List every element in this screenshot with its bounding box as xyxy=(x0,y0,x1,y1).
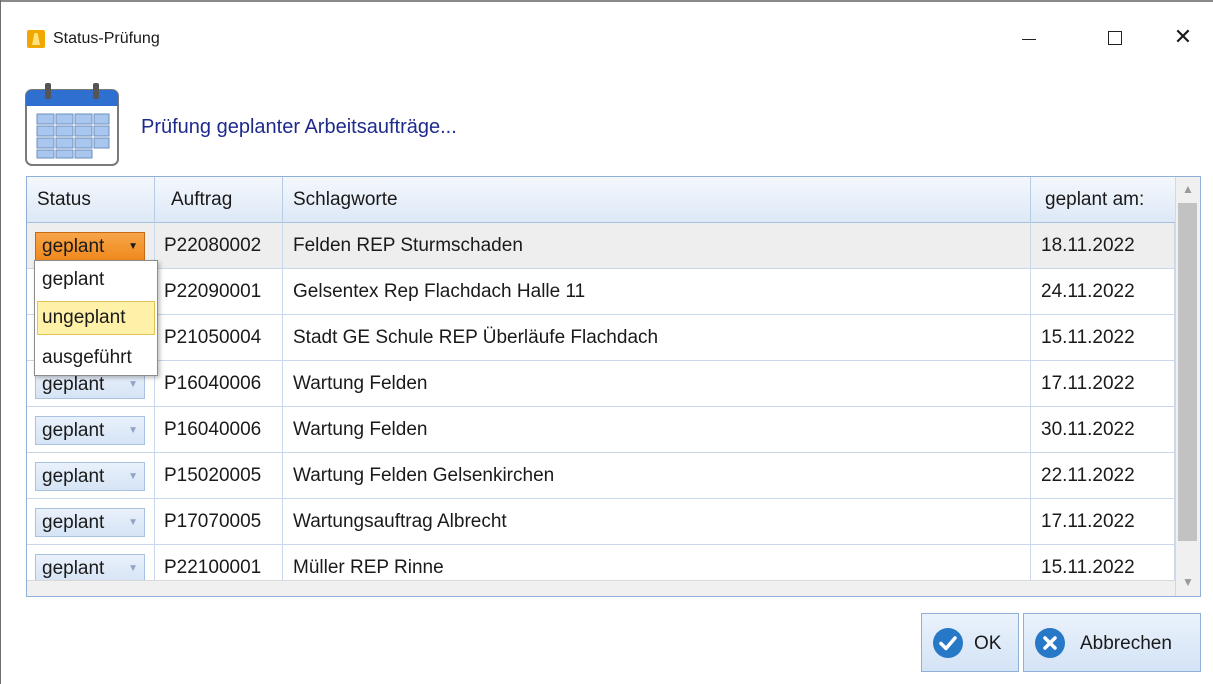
status-cell: geplant ▼ xyxy=(27,407,155,453)
auftrag-cell: P15020005 xyxy=(155,453,283,499)
ok-label: OK xyxy=(974,633,1002,654)
auftrag-cell: P17070005 xyxy=(155,499,283,545)
scroll-down-icon[interactable]: ▼ xyxy=(1176,570,1200,594)
scroll-up-icon[interactable]: ▲ xyxy=(1176,177,1200,201)
close-icon: ✕ xyxy=(1173,25,1193,50)
table-row[interactable]: geplant ▼ P22080002 Felden REP Sturmschad… xyxy=(27,223,1175,269)
status-pruefung-window: Status-Prüfung ✕ Prüfung geplanter Arbei… xyxy=(0,0,1213,684)
schlagworte-cell: Wartungsauftrag Albrecht xyxy=(283,499,1031,545)
auftrag-cell: P22080002 xyxy=(155,223,283,269)
table-row[interactable]: geplant ▼ P17070005 Wartungsauftrag Albre… xyxy=(27,499,1175,545)
status-value: geplant xyxy=(42,374,105,395)
schlagworte-cell: Gelsentex Rep Flachdach Halle 11 xyxy=(283,269,1031,315)
status-value: geplant xyxy=(42,236,105,257)
column-header-geplant-am[interactable]: geplant am: xyxy=(1031,177,1175,223)
column-header-status[interactable]: Status xyxy=(27,177,155,223)
cancel-label: Abbrechen xyxy=(1080,633,1172,654)
ok-button[interactable]: OK xyxy=(921,613,1019,672)
status-cell: geplant ▼ xyxy=(27,499,155,545)
schlagworte-cell: Wartung Felden xyxy=(283,407,1031,453)
title-bar: Status-Prüfung ✕ xyxy=(1,2,1213,70)
auftrag-cell: P21050004 xyxy=(155,315,283,361)
minimize-icon xyxy=(1022,39,1036,40)
status-combo[interactable]: geplant ▼ xyxy=(35,554,145,583)
chevron-down-icon[interactable]: ▼ xyxy=(128,417,138,444)
auftrag-cell: P16040006 xyxy=(155,361,283,407)
orders-grid: Status Auftrag Schlagworte geplant am: g… xyxy=(26,176,1201,597)
schlagworte-cell: Felden REP Sturmschaden xyxy=(283,223,1031,269)
page-heading: Prüfung geplanter Arbeitsaufträge... xyxy=(141,116,457,138)
geplant-am-cell: 15.11.2022 xyxy=(1031,315,1175,361)
status-combo[interactable]: geplant ▼ xyxy=(35,462,145,491)
cancel-button[interactable]: Abbrechen xyxy=(1023,613,1201,672)
table-row[interactable]: geplant ▼ P15020005 Wartung Felden Gelsen… xyxy=(27,453,1175,499)
status-value: geplant xyxy=(42,558,105,579)
status-dropdown-list: geplant ungeplant ausgeführt xyxy=(34,260,158,376)
schlagworte-cell: Wartung Felden xyxy=(283,361,1031,407)
status-cell: geplant ▼ xyxy=(27,453,155,499)
chevron-down-icon[interactable]: ▼ xyxy=(128,509,138,536)
checkmark-icon xyxy=(933,628,963,658)
vertical-scrollbar[interactable]: ▲ ▼ xyxy=(1175,177,1200,596)
chevron-down-icon[interactable]: ▼ xyxy=(128,233,138,260)
geplant-am-cell: 17.11.2022 xyxy=(1031,499,1175,545)
dropdown-option-geplant[interactable]: geplant xyxy=(37,263,155,297)
scrollbar-thumb[interactable] xyxy=(1178,203,1197,541)
chevron-down-icon[interactable]: ▼ xyxy=(128,555,138,582)
auftrag-cell: P16040006 xyxy=(155,407,283,453)
dropdown-option-ungeplant[interactable]: ungeplant xyxy=(37,301,155,335)
table-row[interactable]: P22090001 Gelsentex Rep Flachdach Halle … xyxy=(27,269,1175,315)
status-combo[interactable]: geplant ▼ xyxy=(35,232,145,261)
table-row[interactable]: P21050004 Stadt GE Schule REP Überläufe … xyxy=(27,315,1175,361)
table-row[interactable]: geplant ▼ P16040006 Wartung Felden 30.11.… xyxy=(27,407,1175,453)
window-title: Status-Prüfung xyxy=(53,30,160,47)
grid-header: Status Auftrag Schlagworte geplant am: xyxy=(27,177,1175,223)
app-icon xyxy=(27,30,45,48)
status-combo[interactable]: geplant ▼ xyxy=(35,416,145,445)
status-value: geplant xyxy=(42,512,105,533)
calendar-icon xyxy=(25,83,119,166)
minimize-button[interactable] xyxy=(1009,22,1049,54)
column-header-schlagworte[interactable]: Schlagworte xyxy=(283,177,1031,223)
chevron-down-icon[interactable]: ▼ xyxy=(128,463,138,490)
auftrag-cell: P22090001 xyxy=(155,269,283,315)
schlagworte-cell: Wartung Felden Gelsenkirchen xyxy=(283,453,1031,499)
status-value: geplant xyxy=(42,466,105,487)
maximize-button[interactable] xyxy=(1095,22,1135,54)
maximize-icon xyxy=(1108,31,1122,45)
dropdown-option-ausgefuehrt[interactable]: ausgeführt xyxy=(37,341,155,375)
close-button[interactable]: ✕ xyxy=(1163,22,1203,54)
horizontal-scrollbar[interactable] xyxy=(27,580,1175,596)
schlagworte-cell: Stadt GE Schule REP Überläufe Flachdach xyxy=(283,315,1031,361)
status-combo[interactable]: geplant ▼ xyxy=(35,508,145,537)
status-value: geplant xyxy=(42,420,105,441)
geplant-am-cell: 24.11.2022 xyxy=(1031,269,1175,315)
geplant-am-cell: 22.11.2022 xyxy=(1031,453,1175,499)
geplant-am-cell: 17.11.2022 xyxy=(1031,361,1175,407)
cancel-x-icon xyxy=(1035,628,1065,658)
column-header-auftrag[interactable]: Auftrag xyxy=(155,177,283,223)
geplant-am-cell: 30.11.2022 xyxy=(1031,407,1175,453)
geplant-am-cell: 18.11.2022 xyxy=(1031,223,1175,269)
table-row[interactable]: geplant ▼ P16040006 Wartung Felden 17.11.… xyxy=(27,361,1175,407)
